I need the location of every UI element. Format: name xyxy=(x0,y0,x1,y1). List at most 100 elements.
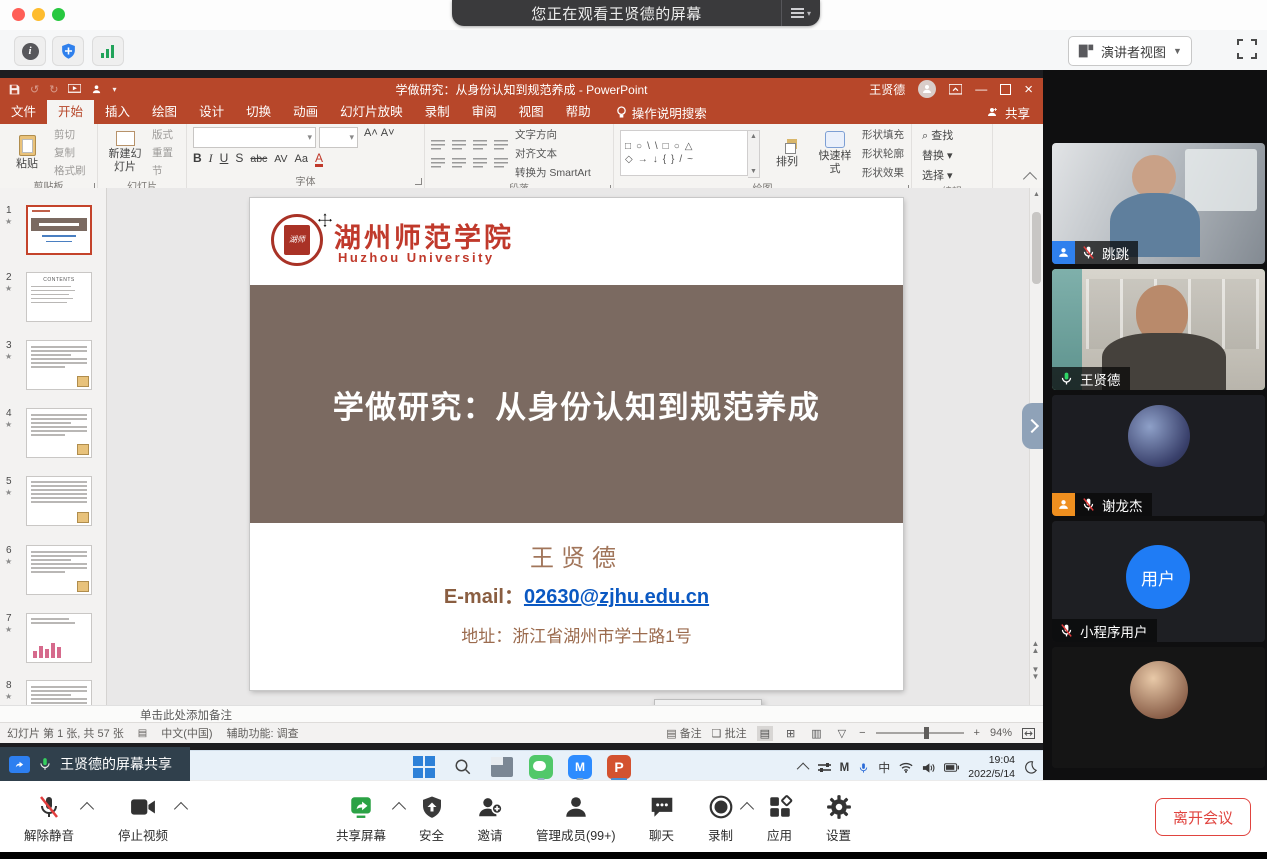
slideshow-icon[interactable] xyxy=(68,84,81,94)
new-slide-button[interactable]: 新建幻灯片 xyxy=(104,131,146,173)
font-style-button-AV[interactable]: AV xyxy=(274,153,287,165)
quick-styles-button[interactable]: 快速样式 xyxy=(814,131,856,175)
scroll-up-icon[interactable]: ▲ xyxy=(1033,191,1040,198)
participant-tile-谢龙杰[interactable]: 谢龙杰 xyxy=(1052,395,1265,516)
line-spacing-icon[interactable] xyxy=(494,139,509,151)
ppt-tab-插入[interactable]: 插入 xyxy=(94,100,141,124)
font-style-button-U[interactable]: U xyxy=(220,151,229,165)
notes-toggle-button[interactable]: ▤ 备注 xyxy=(666,725,701,741)
zoom-slider-thumb[interactable] xyxy=(924,727,929,739)
slide-thumbnail-1[interactable] xyxy=(26,205,92,255)
font-style-button-B[interactable]: B xyxy=(193,151,202,165)
language-indicator[interactable]: 中文(中国) xyxy=(161,725,212,741)
slide-thumbnail-8[interactable] xyxy=(26,680,92,705)
zoom-percent[interactable]: 94% xyxy=(990,727,1012,739)
presenter-icon[interactable] xyxy=(91,84,102,95)
toolbar-button-stopvideo[interactable]: 停止视频 xyxy=(118,792,168,844)
ppt-tab-录制[interactable]: 录制 xyxy=(414,100,461,124)
toolbar-button-chat[interactable]: 聊天 xyxy=(649,792,675,844)
network-stats-button[interactable] xyxy=(92,36,124,66)
justify-icon[interactable] xyxy=(494,157,509,169)
participant-tile-小程序用户[interactable]: 用户小程序用户 xyxy=(1052,521,1265,642)
toolbar-button-record[interactable]: 录制 xyxy=(708,792,734,844)
notes-indicator-icon[interactable]: ▤ xyxy=(138,728,147,739)
ppt-tab-动画[interactable]: 动画 xyxy=(282,100,329,124)
font-style-button-I[interactable]: I xyxy=(209,151,213,166)
tray-mic-icon[interactable] xyxy=(858,761,869,775)
find-button[interactable]: ⌕ 查找 xyxy=(922,127,953,143)
ppt-tab-文件[interactable]: 文件 xyxy=(0,100,47,124)
toolbar-button-invite[interactable]: 邀请 xyxy=(477,792,503,844)
ime-indicator[interactable]: 中 xyxy=(878,759,890,776)
sliders-icon[interactable] xyxy=(818,762,831,773)
arrange-button[interactable]: 排列 xyxy=(766,139,808,169)
qat-caret-icon[interactable]: ▾ xyxy=(112,85,116,94)
font-size-combo[interactable]: ▾ xyxy=(319,127,358,148)
ppt-tab-帮助[interactable]: 帮助 xyxy=(555,100,602,124)
save-icon[interactable] xyxy=(9,84,20,95)
participant-tile-王贤德[interactable]: 王贤德 xyxy=(1052,269,1265,390)
align-left-icon[interactable] xyxy=(431,157,446,169)
previous-slide-button[interactable]: ▲▲ xyxy=(1029,640,1042,654)
slide-canvas[interactable]: 湖师 湖州师范学院 Huzhou University 学做研究：从身份认知到规… xyxy=(250,198,903,690)
comments-toggle-button[interactable]: ❑ 批注 xyxy=(712,725,747,741)
ppt-share-button[interactable]: 共享 xyxy=(987,103,1043,122)
toolbar-caret-sharescreen[interactable] xyxy=(392,802,406,816)
section-button[interactable]: 节 xyxy=(152,163,173,178)
replace-button[interactable]: 替换 ▾ xyxy=(922,147,953,163)
indent-icon[interactable] xyxy=(473,139,488,151)
zoom-out-button[interactable]: − xyxy=(859,727,865,739)
shape-outline-button[interactable]: 形状轮廓 xyxy=(862,146,904,161)
numbering-icon[interactable] xyxy=(452,139,467,151)
slide-thumbnail-4[interactable] xyxy=(26,408,92,458)
taskbar-wechat-app[interactable] xyxy=(528,753,555,780)
font-style-button-S[interactable]: S xyxy=(235,151,243,165)
email-link[interactable]: 02630@zjhu.edu.cn xyxy=(524,586,709,608)
font-name-combo[interactable]: ▾ xyxy=(193,127,316,148)
ppt-tab-切换[interactable]: 切换 xyxy=(235,100,282,124)
ppt-tab-设计[interactable]: 设计 xyxy=(188,100,235,124)
taskbar-desktop-app[interactable] xyxy=(489,753,516,780)
zoom-slider[interactable] xyxy=(876,732,964,734)
align-center-icon[interactable] xyxy=(452,157,467,169)
toolbar-button-unmute[interactable]: 解除静音 xyxy=(24,792,74,844)
ppt-tab-审阅[interactable]: 审阅 xyxy=(461,100,508,124)
focus-assist-moon-icon[interactable] xyxy=(1024,761,1037,774)
dialog-launcher-icon[interactable] xyxy=(415,178,422,185)
undo-icon[interactable]: ↺ xyxy=(30,83,39,96)
ppt-tab-开始[interactable]: 开始 xyxy=(47,100,94,124)
taskbar-search-button[interactable] xyxy=(450,753,477,780)
ribbon-display-options-icon[interactable] xyxy=(949,84,962,95)
font-style-button-Aa[interactable]: Aa xyxy=(295,153,308,165)
sidebar-collapse-handle[interactable] xyxy=(1022,403,1043,449)
tell-me-search[interactable]: 操作说明搜索 xyxy=(616,103,707,122)
ppt-tab-绘图[interactable]: 绘图 xyxy=(141,100,188,124)
shape-effects-button[interactable]: 形状效果 xyxy=(862,165,904,180)
toolbar-button-security[interactable]: 安全 xyxy=(419,792,444,844)
align-right-icon[interactable] xyxy=(473,157,488,169)
start-button[interactable] xyxy=(411,753,438,780)
mac-zoom-button[interactable] xyxy=(52,8,65,21)
leave-meeting-button[interactable]: 离开会议 xyxy=(1155,798,1251,836)
banner-menu-button[interactable]: ▾ xyxy=(781,0,820,26)
reading-view-button[interactable]: ▥ xyxy=(808,726,824,741)
slideshow-view-button[interactable]: ▽ xyxy=(835,726,849,741)
format-painter-button[interactable]: 格式刷 xyxy=(54,163,86,178)
layout-button[interactable]: 版式 xyxy=(152,127,173,142)
toolbar-button-settings[interactable]: 设置 xyxy=(826,792,852,844)
ppt-tab-幻灯片放映[interactable]: 幻灯片放映 xyxy=(329,100,414,124)
slide-thumbnail-3[interactable] xyxy=(26,340,92,390)
slide-thumbnail-2[interactable]: CONTENTS xyxy=(26,272,92,322)
grow-font-icon[interactable]: A˄ xyxy=(364,127,378,148)
shape-fill-button[interactable]: 形状填充 xyxy=(862,127,904,142)
next-slide-button[interactable]: ▼▼ xyxy=(1029,666,1042,680)
collapse-ribbon-icon[interactable] xyxy=(1023,172,1037,186)
smartart-button[interactable]: 转换为 SmartArt xyxy=(515,165,591,180)
tray-hidden-icons-button[interactable] xyxy=(796,763,809,776)
meeting-info-button[interactable]: i xyxy=(14,36,46,66)
slide-sorter-view-button[interactable]: ⊞ xyxy=(783,726,798,741)
speaker-view-button[interactable]: 演讲者视图 ▼ xyxy=(1068,36,1192,66)
font-style-button-A[interactable]: A xyxy=(315,152,323,167)
fullscreen-button[interactable] xyxy=(1236,38,1260,62)
redo-icon[interactable]: ↻ xyxy=(49,83,58,96)
